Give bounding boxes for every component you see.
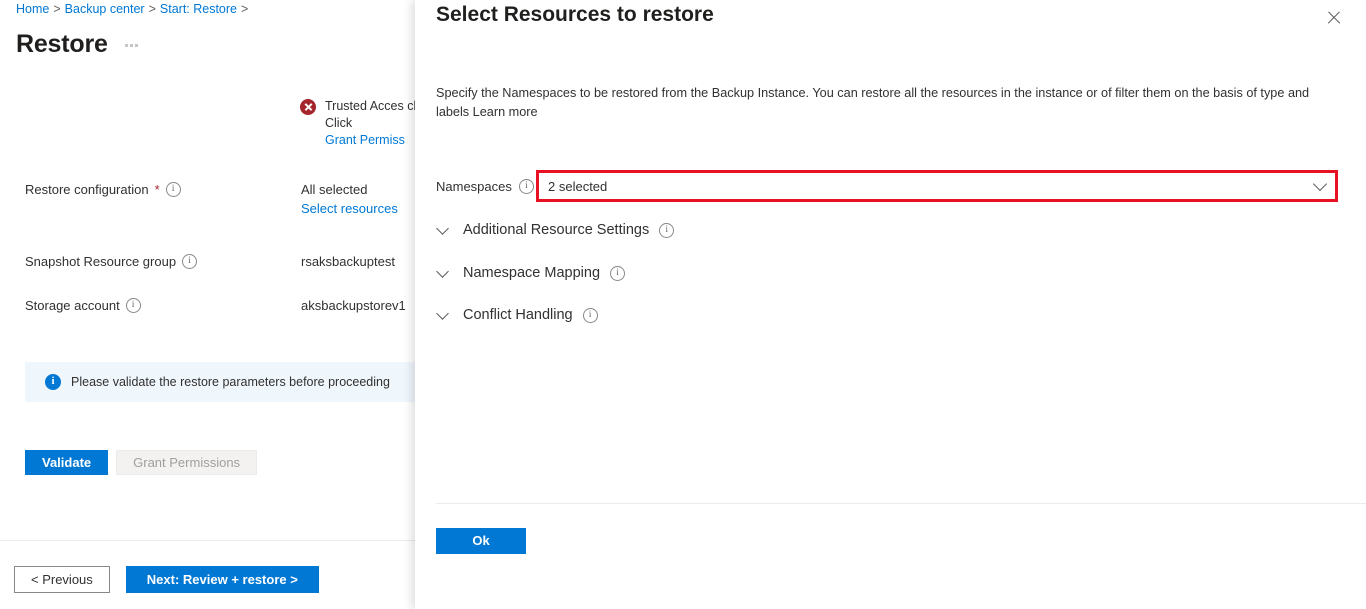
ok-button[interactable]: Ok — [436, 528, 526, 554]
error-circle-icon — [300, 99, 316, 115]
wizard-footer: < Previous Next: Review + restore > — [14, 566, 319, 593]
error-message: Trusted Acces cluster. Click — [325, 99, 415, 130]
grant-permissions-button[interactable]: Grant Permissions — [116, 450, 258, 475]
chevron-down-icon[interactable] — [1312, 176, 1328, 192]
breadcrumb-separator: > — [53, 2, 61, 16]
required-asterisk: * — [154, 182, 160, 197]
footer-divider — [0, 540, 415, 541]
label-text: Snapshot Resource group — [25, 254, 177, 269]
info-icon[interactable] — [610, 265, 626, 281]
restore-configuration-value: All selected Select resources — [301, 182, 398, 216]
section-namespace-mapping[interactable]: Namespace Mapping — [436, 264, 626, 281]
grant-permissions-link[interactable]: Grant Permiss — [325, 132, 415, 149]
ellipsis-dot — [124, 44, 128, 47]
ellipsis-dot — [134, 44, 138, 47]
validate-button[interactable]: Validate — [25, 450, 109, 475]
breadcrumb-item-home[interactable]: Home — [16, 2, 49, 16]
info-icon[interactable] — [582, 307, 598, 323]
validate-info-banner: Please validate the restore parameters b… — [25, 362, 415, 402]
breadcrumb-item-backup-center[interactable]: Backup center — [65, 2, 145, 16]
section-conflict-handling[interactable]: Conflict Handling — [436, 306, 598, 323]
select-resources-panel: Select Resources to restore Specify the … — [415, 0, 1366, 609]
label-text: Namespaces — [436, 178, 512, 194]
panel-description: Specify the Namespaces to be restored fr… — [436, 86, 1310, 119]
section-label: Namespace Mapping — [463, 265, 601, 281]
panel-title: Select Resources to restore — [436, 3, 714, 26]
chevron-down-icon — [436, 306, 449, 322]
namespaces-row: Namespaces 2 selected — [436, 170, 1338, 202]
info-icon[interactable] — [182, 254, 198, 269]
namespaces-label: Namespaces — [436, 178, 536, 194]
label-text: Storage account — [25, 298, 120, 313]
info-banner-text: Please validate the restore parameters b… — [71, 375, 390, 389]
info-filled-icon — [45, 373, 61, 390]
section-label: Conflict Handling — [463, 307, 573, 323]
chevron-down-icon — [436, 264, 449, 280]
breadcrumb-separator: > — [148, 2, 156, 16]
breadcrumb-separator: > — [241, 2, 249, 16]
storage-account-value: aksbackupstorev1 — [301, 298, 406, 313]
page-title-row: Restore — [16, 30, 141, 59]
namespaces-dropdown[interactable]: 2 selected — [536, 170, 1338, 202]
previous-button[interactable]: < Previous — [14, 566, 110, 593]
page-title: Restore — [16, 30, 108, 58]
info-icon[interactable] — [125, 298, 141, 313]
chevron-down-icon — [436, 221, 449, 237]
panel-divider — [436, 503, 1366, 504]
info-icon[interactable] — [165, 182, 181, 197]
next-review-restore-button[interactable]: Next: Review + restore > — [125, 566, 319, 593]
restore-blade: Home > Backup center > Start: Restore > Resto… — [0, 0, 415, 609]
ellipsis-icon[interactable] — [122, 38, 141, 51]
label-text: Restore configuration — [25, 182, 149, 197]
section-additional-resource-settings[interactable]: Additional Resource Settings — [436, 221, 675, 238]
breadcrumb-item-start-restore[interactable]: Start: Restore — [160, 2, 237, 16]
trusted-access-error: Trusted Acces cluster. Click Grant Permi… — [300, 98, 415, 149]
snapshot-resource-group-label: Snapshot Resource group — [25, 254, 198, 269]
storage-account-label: Storage account — [25, 298, 141, 313]
section-label: Additional Resource Settings — [463, 222, 650, 238]
breadcrumb: Home > Backup center > Start: Restore > — [16, 2, 252, 16]
select-resources-link[interactable]: Select resources — [301, 201, 398, 216]
info-icon[interactable] — [518, 178, 534, 194]
value-text: All selected — [301, 182, 368, 197]
panel-header: Select Resources to restore — [415, 0, 1366, 48]
close-icon[interactable] — [1320, 4, 1348, 32]
namespaces-selected-value: 2 selected — [548, 178, 608, 194]
action-buttons: Validate Grant Permissions — [25, 450, 258, 475]
ellipsis-dot — [129, 44, 133, 47]
restore-configuration-label: Restore configuration * — [25, 182, 181, 197]
info-icon[interactable] — [659, 222, 675, 238]
snapshot-resource-group-value: rsaksbackuptest — [301, 254, 395, 269]
